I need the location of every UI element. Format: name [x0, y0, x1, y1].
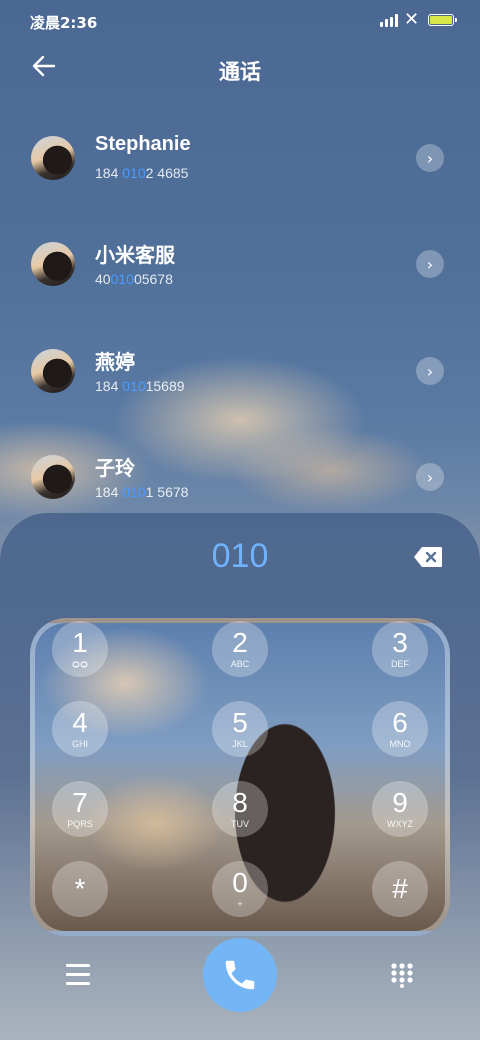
phone-icon	[225, 960, 255, 990]
page-title: 通话	[219, 60, 261, 84]
network-x-icon: ✕	[404, 9, 420, 30]
voicemail-icon: ᴑᴑ	[71, 657, 89, 671]
contact-number: 184 0102 4685	[95, 165, 189, 181]
chevron-right-icon[interactable]: ›	[416, 463, 444, 491]
key-2[interactable]: 2 ABC	[212, 621, 268, 677]
key-0[interactable]: 0 +	[212, 861, 268, 917]
contact-number: 184 0101 5678	[95, 484, 189, 500]
key-8[interactable]: 8 TUV	[212, 781, 268, 837]
contact-item[interactable]: 燕婷 184 01015689 ›	[0, 336, 480, 432]
contact-name: 燕婷	[95, 352, 135, 374]
key-3[interactable]: 3 DEF	[372, 621, 428, 677]
status-time: 凌晨2:36	[30, 14, 98, 32]
menu-icon[interactable]	[66, 964, 90, 986]
backspace-icon	[414, 547, 442, 567]
chevron-right-icon[interactable]: ›	[416, 250, 444, 278]
avatar	[31, 242, 75, 286]
signal-icon	[380, 14, 398, 27]
key-1[interactable]: 1 ᴑᴑ	[52, 621, 108, 677]
dialpad-icon[interactable]	[389, 962, 415, 988]
avatar	[31, 349, 75, 393]
key-star[interactable]: *	[52, 861, 108, 917]
key-4[interactable]: 4 GHI	[52, 701, 108, 757]
contact-name: Stephanie	[95, 133, 191, 155]
contact-item[interactable]: Stephanie 184 0102 4685 ›	[0, 123, 480, 219]
key-hash[interactable]: #	[372, 861, 428, 917]
avatar	[31, 136, 75, 180]
contact-item[interactable]: 小米客服 4001005678 ›	[0, 229, 480, 325]
chevron-right-icon[interactable]: ›	[416, 357, 444, 385]
key-6[interactable]: 6 MNO	[372, 701, 428, 757]
battery-icon	[428, 14, 457, 26]
contact-number: 4001005678	[95, 271, 173, 287]
key-7[interactable]: 7 PQRS	[52, 781, 108, 837]
contact-number: 184 01015689	[95, 378, 185, 394]
chevron-right-icon[interactable]: ›	[416, 144, 444, 172]
contact-name: 小米客服	[95, 245, 175, 267]
avatar	[31, 455, 75, 499]
delete-button[interactable]	[413, 546, 443, 568]
call-button[interactable]	[203, 938, 277, 1012]
key-5[interactable]: 5 JKL	[212, 701, 268, 757]
status-bar: 凌晨2:36 ✕	[0, 0, 480, 44]
keypad: 1 ᴑᴑ 2 ABC 3 DEF 4 GHI 5 JKL 6 MNO 7 PQR…	[30, 618, 450, 936]
contact-name: 子玲	[95, 458, 135, 480]
key-9[interactable]: 9 WXYZ	[372, 781, 428, 837]
dialed-number: 010	[211, 537, 269, 575]
